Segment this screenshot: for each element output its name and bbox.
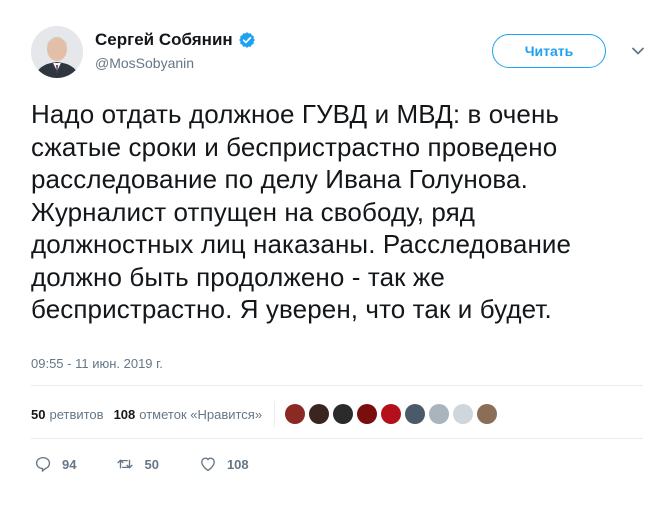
liker-avatar[interactable] [285,404,306,424]
tweet-actions: 94 50 108 [34,455,289,473]
verified-badge-icon [238,31,256,49]
liker-avatar[interactable] [405,404,426,424]
stats-separator [274,401,276,427]
tweet-text-line: сжатые сроки и беспристрастно проведено [31,131,558,162]
tweet-text-line: беспристрастно. Я уверен, что так и буде… [31,294,552,324]
tweet-header: Сергей Собянин @MosSobyanin Читать [31,26,651,82]
retweets-count[interactable]: 50 [31,407,45,422]
tweet-text-line: должностных лиц наказаны. Расследование [31,229,572,259]
tweet-stats: 50 ретвитов 108 отметок «Нравится» [31,400,498,428]
reply-button[interactable]: 94 [34,455,76,473]
divider [31,438,643,439]
follow-button[interactable]: Читать [492,34,606,68]
likes-count[interactable]: 108 [114,407,136,422]
likes-label[interactable]: отметок «Нравится» [139,407,262,422]
tweet-text-line: Надо отдать должное ГУВД и МВД: в очень [31,99,560,129]
liker-avatar[interactable] [429,404,450,424]
liker-avatar[interactable] [309,404,330,424]
liker-avatar[interactable] [453,404,474,424]
retweet-button[interactable]: 50 [116,455,159,473]
tweet-timestamp[interactable]: 09:55 - 11 июн. 2019 г. [31,356,163,371]
retweet-icon [117,459,134,469]
like-count: 108 [226,456,249,472]
display-name[interactable]: Сергей Собянин [95,30,233,50]
chevron-down-icon[interactable] [631,44,645,58]
liker-avatar[interactable] [357,404,378,424]
reply-count: 94 [62,456,77,472]
liker-avatar[interactable] [477,404,498,424]
liker-avatars [285,404,498,424]
retweets-label[interactable]: ретвитов [49,407,103,422]
reply-icon [35,456,51,472]
tweet-text: Надо отдать должное ГУВД и МВД: в очень … [31,98,651,326]
user-handle[interactable]: @MosSobyanin [95,55,256,71]
tweet-text-line: Журналист отпущен на свободу, ряд [31,196,476,227]
author-info: Сергей Собянин @MosSobyanin [95,30,256,71]
divider [31,385,643,386]
tweet-text-line: должно быть продолжено - так же [31,261,445,292]
heart-icon [201,457,215,472]
avatar[interactable] [31,26,83,78]
retweet-count: 50 [144,456,159,472]
liker-avatar[interactable] [381,404,402,424]
liker-avatar[interactable] [333,404,354,424]
tweet-text-line: расследование по делу Ивана Голунова. [31,164,528,194]
like-button[interactable]: 108 [199,455,249,473]
profile-photo [31,26,83,78]
